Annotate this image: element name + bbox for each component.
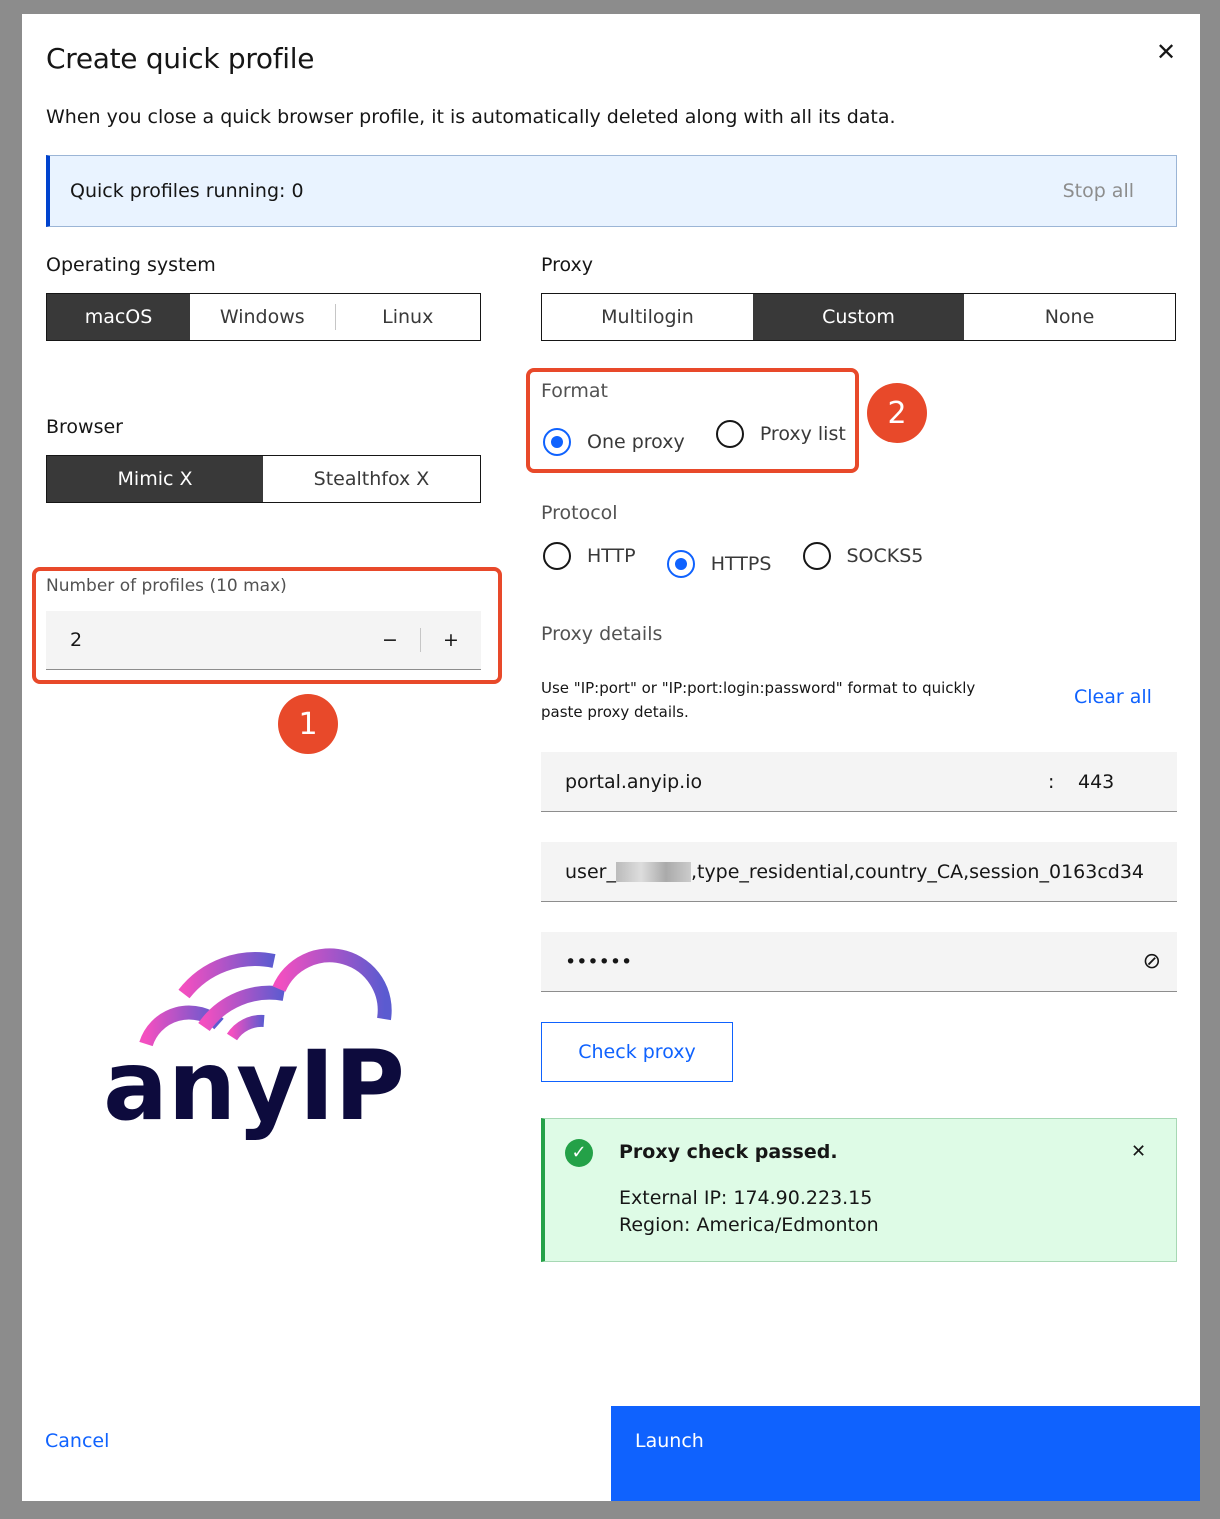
- region: Region: America/Edmonton: [619, 1214, 879, 1236]
- dialog-description: When you close a quick browser profile, …: [46, 106, 896, 128]
- redacted-username: [615, 861, 691, 882]
- proxy-none[interactable]: None: [964, 294, 1175, 340]
- host-port-separator: :: [1048, 770, 1055, 793]
- protocol-radio-group: HTTP HTTPS SOCKS5: [543, 542, 949, 578]
- anyip-logo: anyIP: [103, 948, 405, 1142]
- cancel-button[interactable]: Cancel: [45, 1430, 109, 1452]
- protocol-https[interactable]: HTTPS: [666, 550, 771, 578]
- os-macos[interactable]: macOS: [47, 294, 190, 340]
- browser-switcher: Mimic X Stealthfox X: [46, 455, 481, 503]
- format-proxy-list[interactable]: Proxy list: [715, 420, 846, 448]
- profiles-stepper[interactable]: 2 − +: [46, 611, 481, 670]
- host-port-field[interactable]: portal.anyip.io : 443: [541, 752, 1177, 812]
- proxy-details-hint: Use "IP:port" or "IP:port:login:password…: [541, 679, 976, 721]
- clear-all-link[interactable]: Clear all: [1074, 686, 1152, 708]
- host-input[interactable]: portal.anyip.io: [565, 771, 1048, 793]
- proxy-multilogin[interactable]: Multilogin: [542, 294, 753, 340]
- stop-all-button[interactable]: Stop all: [1063, 180, 1134, 202]
- os-switcher: macOS Windows Linux: [46, 293, 481, 341]
- running-banner: Quick profiles running: 0 Stop all: [46, 155, 1177, 227]
- os-label: Operating system: [46, 254, 216, 276]
- running-count: Quick profiles running: 0: [70, 180, 304, 202]
- os-windows[interactable]: Windows: [190, 304, 336, 330]
- format-radio-group: One proxy Proxy list: [543, 420, 872, 456]
- increment-button[interactable]: +: [431, 629, 471, 651]
- notification-title: Proxy check passed.: [619, 1141, 838, 1163]
- port-input[interactable]: 443: [1078, 771, 1153, 793]
- proxy-label: Proxy: [541, 254, 594, 276]
- browser-stealthfox[interactable]: Stealthfox X: [263, 456, 480, 502]
- format-label: Format: [541, 380, 608, 402]
- close-notification-icon[interactable]: ✕: [1131, 1141, 1146, 1162]
- close-icon[interactable]: ✕: [1150, 36, 1182, 68]
- proxy-check-notification: ✓ Proxy check passed. External IP: 174.9…: [541, 1118, 1177, 1262]
- password-input[interactable]: •••••• ⊘: [541, 932, 1177, 992]
- annotation-badge-1: 1: [278, 694, 338, 754]
- checkmark-icon: ✓: [565, 1139, 593, 1167]
- protocol-label: Protocol: [541, 502, 618, 524]
- profiles-label: Number of profiles (10 max): [46, 576, 287, 596]
- logo-text: anyIP: [103, 1030, 405, 1142]
- protocol-socks5[interactable]: SOCKS5: [802, 542, 923, 570]
- os-linux[interactable]: Linux: [336, 294, 481, 340]
- annotation-badge-2: 2: [867, 383, 927, 443]
- browser-mimic[interactable]: Mimic X: [47, 456, 263, 502]
- profiles-value[interactable]: 2: [70, 629, 82, 651]
- check-proxy-button[interactable]: Check proxy: [541, 1022, 733, 1082]
- format-one-proxy[interactable]: One proxy: [543, 428, 685, 456]
- decrement-button[interactable]: −: [370, 629, 410, 651]
- dialog-title: Create quick profile: [46, 42, 315, 75]
- launch-button[interactable]: Launch: [611, 1406, 1200, 1501]
- create-quick-profile-dialog: Create quick profile ✕ When you close a …: [22, 14, 1200, 1501]
- proxy-details-label: Proxy details: [541, 623, 663, 645]
- eye-off-icon[interactable]: ⊘: [1143, 949, 1161, 974]
- proxy-custom[interactable]: Custom: [753, 294, 964, 340]
- proxy-switcher: Multilogin Custom None: [541, 293, 1176, 341]
- browser-label: Browser: [46, 416, 123, 438]
- login-input[interactable]: user_ ,type_residential,country_CA,sessio…: [541, 842, 1177, 902]
- protocol-http[interactable]: HTTP: [543, 542, 636, 570]
- external-ip: External IP: 174.90.223.15: [619, 1187, 873, 1209]
